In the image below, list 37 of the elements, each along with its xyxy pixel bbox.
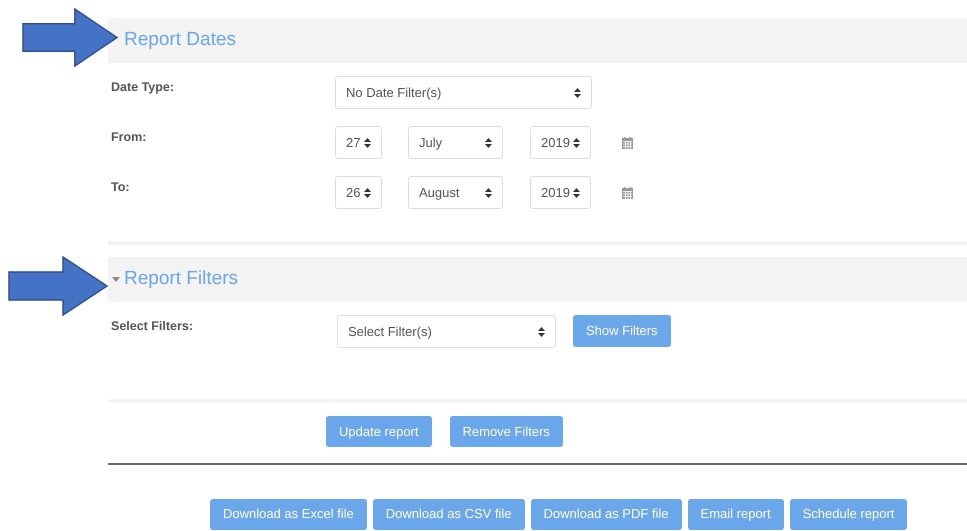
action-button[interactable]: Remove Filters xyxy=(450,416,563,447)
action-button[interactable]: Show Filters xyxy=(573,315,671,347)
arrow-icon xyxy=(8,256,108,316)
select-field[interactable]: 2019 xyxy=(530,176,591,209)
calendar-icon[interactable] xyxy=(622,136,633,148)
action-button[interactable]: Download as PDF file xyxy=(530,498,682,530)
sort-icon xyxy=(574,88,581,98)
sort-icon xyxy=(364,138,371,148)
arrow-icon xyxy=(22,8,118,67)
section-header[interactable]: Report Filters xyxy=(108,257,967,302)
select-field[interactable]: 27 xyxy=(335,126,382,159)
action-button[interactable]: Schedule report xyxy=(790,498,908,530)
caret-icon xyxy=(112,277,120,282)
sort-icon xyxy=(538,326,545,336)
action-button[interactable]: Update report xyxy=(326,416,432,447)
select-field[interactable]: 26 xyxy=(335,176,382,209)
action-button[interactable]: Email report xyxy=(688,498,784,530)
sort-icon xyxy=(485,138,492,148)
select-field[interactable]: Select Filter(s) xyxy=(337,315,556,348)
field-label: To: xyxy=(110,179,131,196)
field-label: Date Type: xyxy=(110,79,175,96)
section-title: Report Filters xyxy=(124,267,238,292)
field-label: From: xyxy=(110,129,148,146)
select-field[interactable]: No Date Filter(s) xyxy=(335,76,592,109)
section-title: Report Dates xyxy=(124,28,236,52)
select-field[interactable]: 2019 xyxy=(530,126,591,159)
select-field[interactable]: July xyxy=(408,126,503,159)
sort-icon xyxy=(573,138,580,148)
sort-icon xyxy=(364,188,371,198)
calendar-icon[interactable] xyxy=(622,186,633,198)
sort-icon xyxy=(485,188,492,198)
section-header[interactable]: Report Dates xyxy=(108,18,967,63)
action-button[interactable]: Download as CSV file xyxy=(372,498,525,530)
sort-icon xyxy=(573,188,580,198)
action-button[interactable]: Download as Excel file xyxy=(210,498,367,530)
select-field[interactable]: August xyxy=(408,176,503,209)
field-label: Select Filters: xyxy=(110,318,194,335)
